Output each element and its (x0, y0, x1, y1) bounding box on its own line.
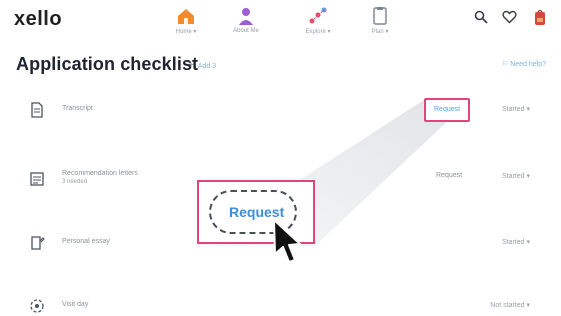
home-icon (178, 9, 194, 24)
request-button-highlighted[interactable]: Request (424, 98, 470, 122)
heart-icon[interactable] (502, 10, 517, 24)
nav-label-about-me: About Me (233, 28, 259, 34)
zoom-callout-shadow (197, 100, 470, 246)
letters-icon (30, 172, 44, 186)
request-button-label: Request (434, 106, 461, 113)
status-dropdown[interactable]: Started ▾ (502, 172, 530, 180)
help-link-label: Need help? (510, 61, 546, 68)
row-subtext: 3 needed (62, 179, 88, 185)
help-link[interactable]: ⚐ Need help? (502, 60, 546, 68)
search-icon[interactable] (474, 10, 488, 24)
help-icon: ⚐ (501, 61, 511, 68)
row-name: Personal essay (62, 238, 110, 245)
row-name: Recommendation letters (62, 170, 138, 177)
nav-item-home[interactable]: Home ▾ (164, 6, 208, 35)
status-dropdown[interactable]: Not started ▾ (490, 301, 530, 309)
row-name: Visit day (62, 301, 89, 308)
request-link[interactable]: Request (436, 172, 462, 179)
mouse-cursor-icon (273, 219, 301, 263)
explore-icon (309, 7, 327, 24)
nav-label-explore: Explore ▾ (305, 29, 331, 35)
checklist-row-visit-day: Visit day Not started ▾ (16, 293, 546, 316)
plus-icon: + (188, 60, 194, 71)
nav-item-explore[interactable]: Explore ▾ (296, 6, 340, 35)
nav-label-home: Home ▾ (175, 29, 197, 35)
backpack-icon[interactable] (534, 9, 546, 26)
xello-logo[interactable]: xello (14, 8, 62, 31)
visit-icon (30, 299, 44, 313)
essay-icon (31, 236, 45, 250)
document-icon (31, 102, 43, 118)
nav-label-plan: Plan ▾ (371, 29, 389, 35)
status-dropdown[interactable]: Started ▾ (502, 105, 530, 113)
status-dropdown[interactable]: Started ▾ (502, 238, 530, 246)
person-icon (239, 8, 253, 25)
clipboard-icon (373, 7, 387, 25)
add-link[interactable]: + Add 3 (188, 60, 216, 71)
row-name: Transcript (62, 105, 93, 112)
add-link-label: Add 3 (197, 63, 217, 70)
nav-item-about-me[interactable]: About Me (224, 6, 268, 34)
page-title: Application checklist (16, 54, 199, 74)
top-navigation: xello Home ▾ About Me Explore ▾ Plan ▾ (0, 0, 561, 44)
nav-item-plan[interactable]: Plan ▾ (358, 6, 402, 35)
page-header: Application checklist + Add 3 ⚐ Need help… (16, 52, 546, 80)
